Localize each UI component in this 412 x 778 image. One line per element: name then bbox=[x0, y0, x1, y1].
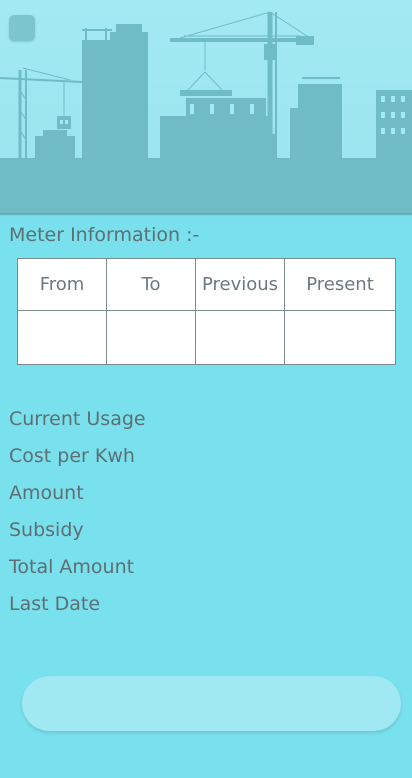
column-header-previous: Previous bbox=[195, 258, 285, 311]
back-icon[interactable] bbox=[9, 15, 35, 41]
cell-present bbox=[284, 310, 396, 365]
subsidy-label: Subsidy bbox=[9, 519, 84, 541]
cell-previous bbox=[195, 310, 285, 365]
cost-per-kwh-label: Cost per Kwh bbox=[9, 445, 135, 467]
meter-table: From To Previous Present bbox=[17, 258, 396, 365]
table-row bbox=[17, 310, 396, 365]
amount-label: Amount bbox=[9, 482, 84, 504]
cell-to bbox=[106, 310, 196, 365]
column-header-to: To bbox=[106, 258, 196, 311]
column-header-present: Present bbox=[284, 258, 396, 311]
last-date-label: Last Date bbox=[9, 593, 101, 615]
cell-from bbox=[17, 310, 107, 365]
construction-skyline-illustration bbox=[0, 11, 412, 215]
header-banner bbox=[0, 0, 412, 215]
action-button[interactable] bbox=[22, 676, 401, 731]
table-header-row: From To Previous Present bbox=[17, 258, 396, 311]
billing-info-list: Current Usage Cost per Kwh Amount Subsid… bbox=[9, 404, 146, 626]
header-shadow bbox=[0, 213, 412, 217]
column-header-from: From bbox=[17, 258, 107, 311]
meter-information-title: Meter Information :- bbox=[9, 224, 200, 246]
total-amount-label: Total Amount bbox=[9, 556, 135, 578]
current-usage-label: Current Usage bbox=[9, 408, 146, 430]
